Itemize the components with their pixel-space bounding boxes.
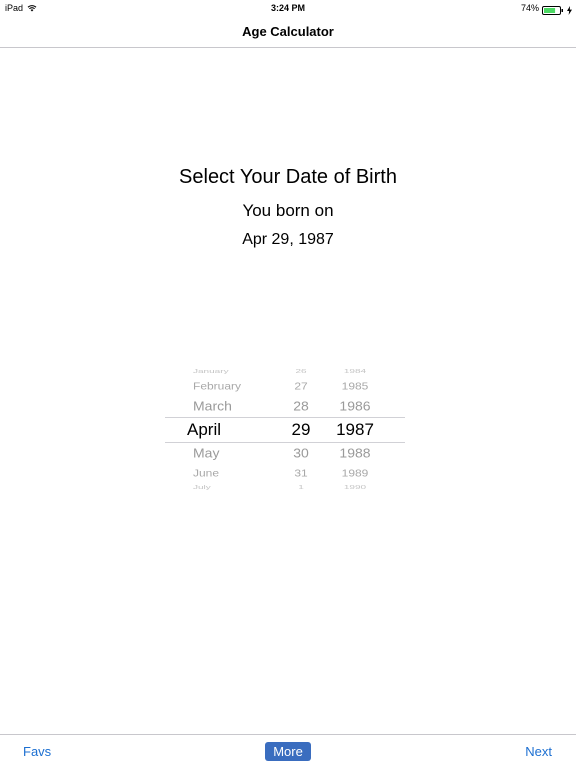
born-on-label: You born on xyxy=(242,201,334,220)
year-option-selected[interactable]: 1987 xyxy=(325,420,385,440)
year-option[interactable]: 1985 xyxy=(325,380,385,392)
more-button[interactable]: More xyxy=(265,742,311,761)
day-option-selected[interactable]: 29 xyxy=(283,420,319,440)
day-option[interactable]: 26 xyxy=(283,368,319,374)
screen: iPad 3:24 PM 74% Age Calculator Select Y… xyxy=(0,0,576,768)
day-option[interactable]: 27 xyxy=(283,380,319,392)
month-option[interactable]: February xyxy=(165,380,283,392)
page-title: Select Your Date of Birth xyxy=(179,166,397,188)
status-time: 3:24 PM xyxy=(270,3,305,13)
month-option[interactable]: March xyxy=(165,398,283,413)
year-option[interactable]: 1989 xyxy=(325,467,385,479)
next-button[interactable]: Next xyxy=(525,744,552,759)
month-wheel[interactable]: January February March April May June July xyxy=(165,362,283,496)
year-option[interactable]: 1990 xyxy=(325,484,385,490)
year-wheel[interactable]: 1984 1985 1986 1987 1988 1989 1990 xyxy=(325,362,385,496)
date-picker[interactable]: January February March April May June July 26 2… xyxy=(165,362,405,496)
day-option[interactable]: 31 xyxy=(283,467,319,479)
navigation-bar: Age Calculator xyxy=(0,16,576,48)
month-option-selected[interactable]: April xyxy=(165,420,283,440)
favs-button[interactable]: Favs xyxy=(23,744,51,759)
month-option[interactable]: May xyxy=(165,445,283,460)
day-option[interactable]: 28 xyxy=(283,398,319,413)
day-option[interactable]: 1 xyxy=(283,484,319,490)
year-option[interactable]: 1988 xyxy=(325,445,385,460)
battery-icon xyxy=(542,4,564,15)
month-option[interactable]: January xyxy=(165,368,283,374)
bottom-toolbar: Favs More Next xyxy=(0,734,576,768)
selected-date: Apr 29, 1987 xyxy=(242,231,334,248)
status-right: 74% xyxy=(521,0,572,16)
day-wheel[interactable]: 26 27 28 29 30 31 1 xyxy=(283,362,319,496)
day-option[interactable]: 30 xyxy=(283,445,319,460)
year-option[interactable]: 1986 xyxy=(325,398,385,413)
month-option[interactable]: June xyxy=(165,467,283,479)
month-option[interactable]: July xyxy=(165,484,283,490)
year-option[interactable]: 1984 xyxy=(325,368,385,374)
charging-bolt-icon xyxy=(567,4,572,15)
battery-percent: 74% xyxy=(520,3,539,13)
status-bar: iPad 3:24 PM 74% xyxy=(0,0,576,16)
nav-title: Age Calculator xyxy=(242,24,334,39)
